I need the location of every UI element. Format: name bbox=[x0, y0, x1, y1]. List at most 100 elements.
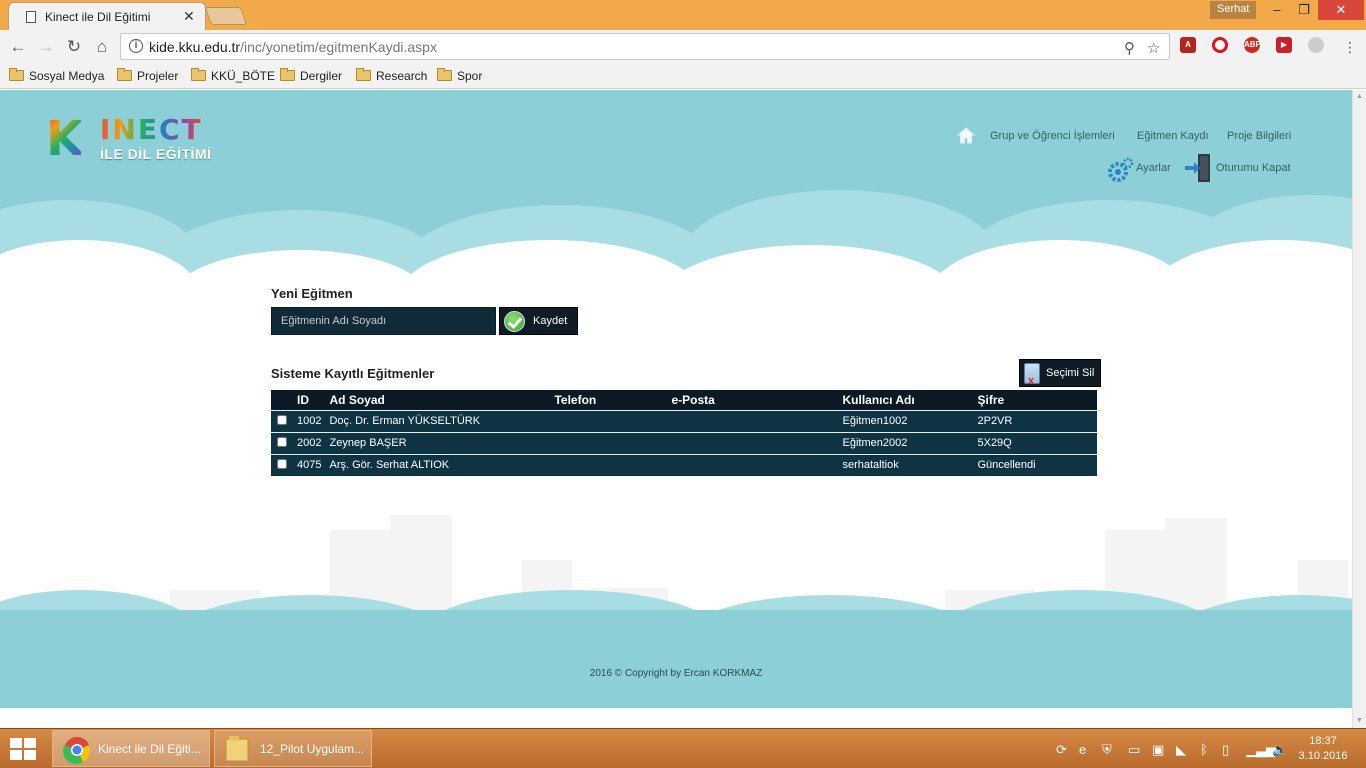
scroll-up-icon[interactable]: ▲ bbox=[1356, 93, 1363, 100]
cell-phone bbox=[550, 409, 668, 432]
table-row[interactable]: 1002 Doç. Dr. Erman YÜKSELTÜRK Eğitmen10… bbox=[271, 409, 1097, 432]
url-text[interactable]: kide.kku.edu.tr/inc/yonetim/egitmenKaydi… bbox=[149, 39, 437, 55]
table-row[interactable]: 4075 Arş. Gör. Serhat ALTIOK serhataltio… bbox=[271, 453, 1097, 476]
bookmark-folder[interactable]: Dergiler bbox=[280, 68, 342, 84]
scroll-down-icon[interactable]: ▼ bbox=[1356, 717, 1363, 724]
clock-date: 3.10.2016 bbox=[1298, 750, 1348, 762]
info-icon[interactable]: i bbox=[129, 39, 143, 53]
cell-name: Zeynep BAŞER bbox=[325, 431, 551, 454]
bookmark-folder[interactable]: Sosyal Medya bbox=[9, 68, 104, 84]
nav-logout-link[interactable]: Oturumu Kapat bbox=[1216, 162, 1291, 174]
gear-icon[interactable] bbox=[1106, 156, 1134, 184]
row-checkbox[interactable] bbox=[277, 458, 287, 469]
security-icon[interactable]: ⛨ bbox=[1102, 742, 1112, 758]
tab-close-icon[interactable]: ✕ bbox=[183, 8, 195, 25]
reload-icon[interactable]: ↻ bbox=[64, 38, 84, 56]
site-logo[interactable]: K INECT İLE DİL EĞİTİMİ bbox=[46, 111, 226, 167]
cell-email bbox=[667, 431, 839, 454]
nav-instructor-link[interactable]: Eğitmen Kaydı bbox=[1137, 130, 1209, 142]
bookmark-folder[interactable]: Projeler bbox=[117, 68, 178, 84]
home-icon[interactable] bbox=[956, 126, 976, 144]
web-page: K INECT İLE DİL EĞİTİMİ Grup ve Öğrenci … bbox=[0, 90, 1352, 708]
taskbar-folder-window[interactable]: 12_Pilot Uygulam... bbox=[214, 730, 372, 767]
browser-toolbar: ← → ↻ ⌂ i kide.kku.edu.tr/inc/yonetim/eg… bbox=[0, 30, 1366, 64]
bookmark-folder[interactable]: Spor bbox=[437, 68, 482, 84]
pdf-extension-icon[interactable]: A bbox=[1180, 37, 1196, 53]
nav-project-link[interactable]: Proje Bilgileri bbox=[1227, 130, 1291, 142]
row-checkbox[interactable] bbox=[277, 436, 287, 447]
adblock-icon[interactable]: ABP bbox=[1244, 37, 1261, 53]
display-icon[interactable]: ▭ bbox=[1128, 742, 1140, 758]
logo-subtitle: İLE DİL EĞİTİMİ bbox=[100, 146, 212, 162]
checkmark-icon bbox=[504, 311, 525, 332]
skyline-decoration bbox=[390, 515, 452, 620]
cell-id: 1002 bbox=[293, 409, 326, 432]
zoom-icon[interactable]: ⚲ bbox=[1124, 39, 1135, 57]
column-header: Ad Soyad bbox=[325, 390, 551, 410]
taskbar-chrome-window[interactable]: Kinect ile Dil Eğiti... bbox=[52, 730, 210, 767]
cell-email bbox=[667, 453, 839, 476]
folder-icon bbox=[437, 68, 452, 81]
nav-groups-link[interactable]: Grup ve Öğrenci İşlemleri bbox=[990, 130, 1115, 142]
sync-icon[interactable]: ⟳ bbox=[1056, 742, 1067, 758]
column-header: Kullanıcı Adı bbox=[838, 390, 974, 410]
row-checkbox[interactable] bbox=[277, 414, 287, 425]
bluetooth-icon[interactable]: ᛒ bbox=[1200, 742, 1208, 757]
nvidia-icon[interactable]: ◣ bbox=[1176, 742, 1186, 758]
header-select bbox=[271, 390, 293, 410]
close-window-button[interactable]: ✕ bbox=[1318, 0, 1364, 20]
delete-button-label: Seçimi Sil bbox=[1046, 367, 1095, 379]
minimize-button[interactable]: – bbox=[1262, 0, 1292, 20]
back-icon[interactable]: ← bbox=[8, 38, 28, 56]
edge-icon[interactable]: e bbox=[1079, 742, 1086, 757]
bookmark-folder[interactable]: KKÜ_BÖTE bbox=[191, 68, 275, 84]
clock-time: 18:37 bbox=[1309, 735, 1337, 747]
app-tray-icon[interactable]: ▣ bbox=[1152, 742, 1164, 758]
cell-username: Eğitmen1002 bbox=[838, 409, 974, 432]
instructor-list-title: Sisteme Kayıtlı Eğitmenler bbox=[271, 366, 435, 381]
cell-password: 2P2VR bbox=[973, 409, 1097, 432]
menu-icon[interactable]: ⋮ bbox=[1340, 38, 1360, 56]
browser-tab[interactable]: Kinect ile Dil Eğitimi ✕ bbox=[8, 2, 206, 30]
table-row[interactable]: 2002 Zeynep BAŞER Eğitmen2002 5X29Q bbox=[271, 431, 1097, 454]
row-select bbox=[271, 453, 293, 476]
start-button[interactable] bbox=[10, 738, 38, 762]
bookmark-star-icon[interactable]: ☆ bbox=[1147, 39, 1160, 57]
instructor-name-input[interactable] bbox=[271, 307, 496, 335]
windows-taskbar: Kinect ile Dil Eğiti... 12_Pilot Uygulam… bbox=[0, 728, 1366, 768]
folder-icon bbox=[191, 68, 206, 81]
volume-icon[interactable]: 🔈 bbox=[1272, 742, 1288, 758]
nav-settings-link[interactable]: Ayarlar bbox=[1136, 162, 1171, 174]
delete-selection-button[interactable]: Seçimi Sil bbox=[1019, 359, 1101, 394]
vertical-scrollbar[interactable]: ▲ ▼ bbox=[1352, 90, 1366, 728]
battery-icon[interactable]: ▯ bbox=[1222, 742, 1229, 758]
windows-logo-pane bbox=[10, 750, 22, 760]
system-clock[interactable]: 18:37 3.10.2016 bbox=[1292, 734, 1354, 764]
video-extension-icon[interactable]: ▶ bbox=[1276, 37, 1292, 53]
cell-name: Arş. Gör. Serhat ALTIOK bbox=[325, 453, 551, 476]
windows-logo-pane bbox=[24, 738, 36, 748]
cell-password: Güncellendi bbox=[973, 453, 1097, 476]
logout-icon[interactable] bbox=[1184, 152, 1214, 184]
new-tab-button[interactable] bbox=[204, 7, 248, 25]
profile-button[interactable]: Serhat bbox=[1210, 1, 1257, 19]
home-icon[interactable]: ⌂ bbox=[92, 38, 112, 56]
browser-titlebar: Kinect ile Dil Eğitimi ✕ Serhat – ❐ ✕ bbox=[0, 0, 1366, 30]
address-bar[interactable]: i kide.kku.edu.tr/inc/yonetim/egitmenKay… bbox=[120, 33, 1170, 60]
cell-phone bbox=[550, 431, 668, 454]
cell-username: serhataltiok bbox=[838, 453, 974, 476]
bookmarks-bar: Sosyal Medya Projeler KKÜ_BÖTE Dergiler … bbox=[0, 64, 1366, 89]
forward-icon[interactable]: → bbox=[36, 38, 56, 56]
opera-extension-icon[interactable] bbox=[1212, 37, 1228, 53]
save-button[interactable]: Kaydet bbox=[499, 307, 578, 335]
folder-icon bbox=[356, 68, 371, 81]
table-header-row: ID Ad Soyad Telefon e-Posta Kullanıcı Ad… bbox=[271, 390, 1097, 410]
logo-word: INECT bbox=[100, 113, 203, 146]
bookmark-folder[interactable]: Research bbox=[356, 68, 427, 84]
logo-letter: K bbox=[46, 111, 83, 167]
maximize-button[interactable]: ❐ bbox=[1289, 0, 1319, 20]
extension-icon[interactable] bbox=[1308, 37, 1324, 53]
row-select bbox=[271, 431, 293, 454]
instructor-table: ID Ad Soyad Telefon e-Posta Kullanıcı Ad… bbox=[271, 390, 1097, 476]
task-label: 12_Pilot Uygulam... bbox=[260, 742, 365, 756]
